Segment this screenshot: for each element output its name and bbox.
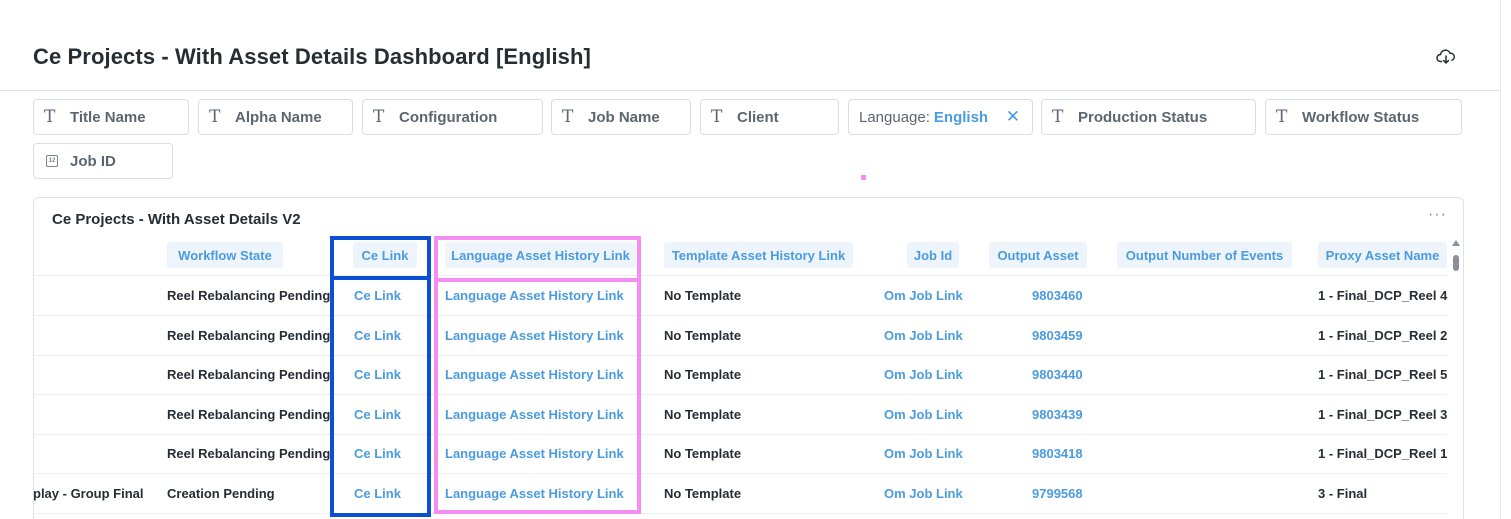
row-divider: [34, 394, 1447, 395]
column-header-language-asset-history-link[interactable]: Language Asset History Link: [445, 242, 636, 268]
cell-workflow-state: Reel Rebalancing Pending: [167, 446, 331, 461]
column-header-output-asset[interactable]: Output Asset: [989, 242, 1087, 268]
page-scrollbar[interactable]: [1500, 0, 1511, 519]
filter-value: English: [933, 108, 989, 126]
filter-client[interactable]: T Client: [700, 99, 839, 135]
language-asset-history-link[interactable]: Language Asset History Link: [445, 328, 624, 343]
output-asset-link[interactable]: 9803439: [1032, 407, 1083, 422]
filter-label: Job ID: [70, 152, 116, 170]
filter-label: Alpha Name: [235, 108, 322, 126]
language-asset-history-link[interactable]: Language Asset History Link: [445, 288, 624, 303]
cell-truncated-title: play - Group Final: [33, 486, 144, 501]
text-type-icon: T: [209, 106, 221, 127]
om-job-link[interactable]: Om Job Link: [884, 328, 963, 343]
om-job-link[interactable]: Om Job Link: [884, 288, 963, 303]
column-header-template-asset-history-link[interactable]: Template Asset History Link: [664, 242, 853, 268]
column-header-workflow-state[interactable]: Workflow State: [167, 242, 283, 268]
ce-link[interactable]: Ce Link: [354, 288, 401, 303]
scrollbar-thumb[interactable]: [1453, 255, 1459, 271]
page-title: Ce Projects - With Asset Details Dashboa…: [33, 44, 591, 69]
filter-alpha-name[interactable]: T Alpha Name: [198, 99, 353, 135]
om-job-link[interactable]: Om Job Link: [884, 446, 963, 461]
language-asset-history-link[interactable]: Language Asset History Link: [445, 367, 624, 382]
column-header-output-number-of-events[interactable]: Output Number of Events: [1117, 242, 1292, 268]
filter-label: Production Status: [1078, 108, 1208, 126]
column-header-ce-link[interactable]: Ce Link: [353, 242, 417, 268]
cell-template: No Template: [664, 288, 742, 303]
cell-workflow-state: Reel Rebalancing Pending: [167, 288, 331, 303]
ce-link[interactable]: Ce Link: [354, 328, 401, 343]
output-asset-link[interactable]: 9803460: [1032, 288, 1083, 303]
filter-label: Language:: [859, 108, 930, 126]
cell-template: No Template: [664, 328, 742, 343]
language-asset-history-link[interactable]: Language Asset History Link: [445, 446, 624, 461]
filter-workflow-status[interactable]: T Workflow Status: [1265, 99, 1462, 135]
language-asset-history-link[interactable]: Language Asset History Link: [445, 486, 624, 501]
row-divider: [34, 355, 1447, 356]
cell-proxy-asset-name: 1 - Final_DCP_Reel 1: [1318, 446, 1448, 461]
ce-link[interactable]: Ce Link: [354, 407, 401, 422]
filter-label: Title Name: [70, 108, 146, 126]
text-type-icon: T: [711, 106, 723, 127]
row-divider: [34, 473, 1447, 474]
table-scrollbar[interactable]: [1449, 238, 1463, 519]
card-title: Ce Projects - With Asset Details V2: [52, 211, 301, 228]
om-job-link[interactable]: Om Job Link: [884, 486, 963, 501]
ce-link[interactable]: Ce Link: [354, 486, 401, 501]
download-icon[interactable]: [1436, 47, 1456, 67]
cell-workflow-state: Reel Rebalancing Pending: [167, 367, 331, 382]
row-divider: [34, 434, 1447, 435]
dashboard-card: Ce Projects - With Asset Details V2 ··· …: [33, 197, 1464, 519]
cell-proxy-asset-name: 1 - Final_DCP_Reel 2: [1318, 328, 1448, 343]
filter-job-id[interactable]: 12 Job ID: [33, 143, 173, 179]
filter-language[interactable]: Language: English ✕: [848, 99, 1033, 135]
output-asset-link[interactable]: 9803418: [1032, 446, 1083, 461]
cell-workflow-state: Creation Pending: [167, 486, 275, 501]
text-type-icon: T: [373, 106, 385, 127]
column-header-job-id[interactable]: Job Id: [907, 242, 959, 268]
output-asset-link[interactable]: 9803459: [1032, 328, 1083, 343]
row-divider: [34, 315, 1447, 316]
filter-configuration[interactable]: T Configuration: [362, 99, 543, 135]
scroll-up-icon[interactable]: [1452, 240, 1460, 246]
ce-link[interactable]: Ce Link: [354, 367, 401, 382]
column-header-proxy-asset-name[interactable]: Proxy Asset Name: [1318, 242, 1447, 268]
number-type-icon: 12: [46, 155, 58, 167]
ce-link[interactable]: Ce Link: [354, 446, 401, 461]
cell-workflow-state: Reel Rebalancing Pending: [167, 328, 331, 343]
cell-workflow-state: Reel Rebalancing Pending: [167, 407, 331, 422]
filter-label: Configuration: [399, 108, 498, 126]
om-job-link[interactable]: Om Job Link: [884, 407, 963, 422]
filter-production-status[interactable]: T Production Status: [1041, 99, 1256, 135]
annotation-dot: [861, 175, 866, 180]
more-options-icon[interactable]: ···: [1428, 206, 1447, 224]
filter-title-name[interactable]: T Title Name: [33, 99, 189, 135]
output-asset-link[interactable]: 9799568: [1032, 486, 1083, 501]
text-type-icon: T: [562, 106, 574, 127]
cell-template: No Template: [664, 407, 742, 422]
cell-template: No Template: [664, 367, 742, 382]
filter-label: Client: [737, 108, 779, 126]
cell-template: No Template: [664, 486, 742, 501]
text-type-icon: T: [44, 106, 56, 127]
cell-proxy-asset-name: 1 - Final_DCP_Reel 4: [1318, 288, 1448, 303]
om-job-link[interactable]: Om Job Link: [884, 367, 963, 382]
text-type-icon: T: [1052, 106, 1064, 127]
dashboard-header: Ce Projects - With Asset Details Dashboa…: [0, 0, 1500, 91]
row-divider: [34, 275, 1447, 276]
language-asset-history-link[interactable]: Language Asset History Link: [445, 407, 624, 422]
output-asset-link[interactable]: 9803440: [1032, 367, 1083, 382]
filter-label: Workflow Status: [1302, 108, 1420, 126]
cell-template: No Template: [664, 446, 742, 461]
row-divider: [34, 513, 1447, 514]
filter-label: Job Name: [588, 108, 660, 126]
text-type-icon: T: [1276, 106, 1288, 127]
cell-proxy-asset-name: 1 - Final_DCP_Reel 5: [1318, 367, 1448, 382]
cell-proxy-asset-name: 1 - Final_DCP_Reel 3: [1318, 407, 1448, 422]
clear-filter-icon[interactable]: ✕: [1006, 107, 1020, 127]
cell-proxy-asset-name: 3 - Final: [1318, 486, 1368, 501]
filter-job-name[interactable]: T Job Name: [551, 99, 691, 135]
